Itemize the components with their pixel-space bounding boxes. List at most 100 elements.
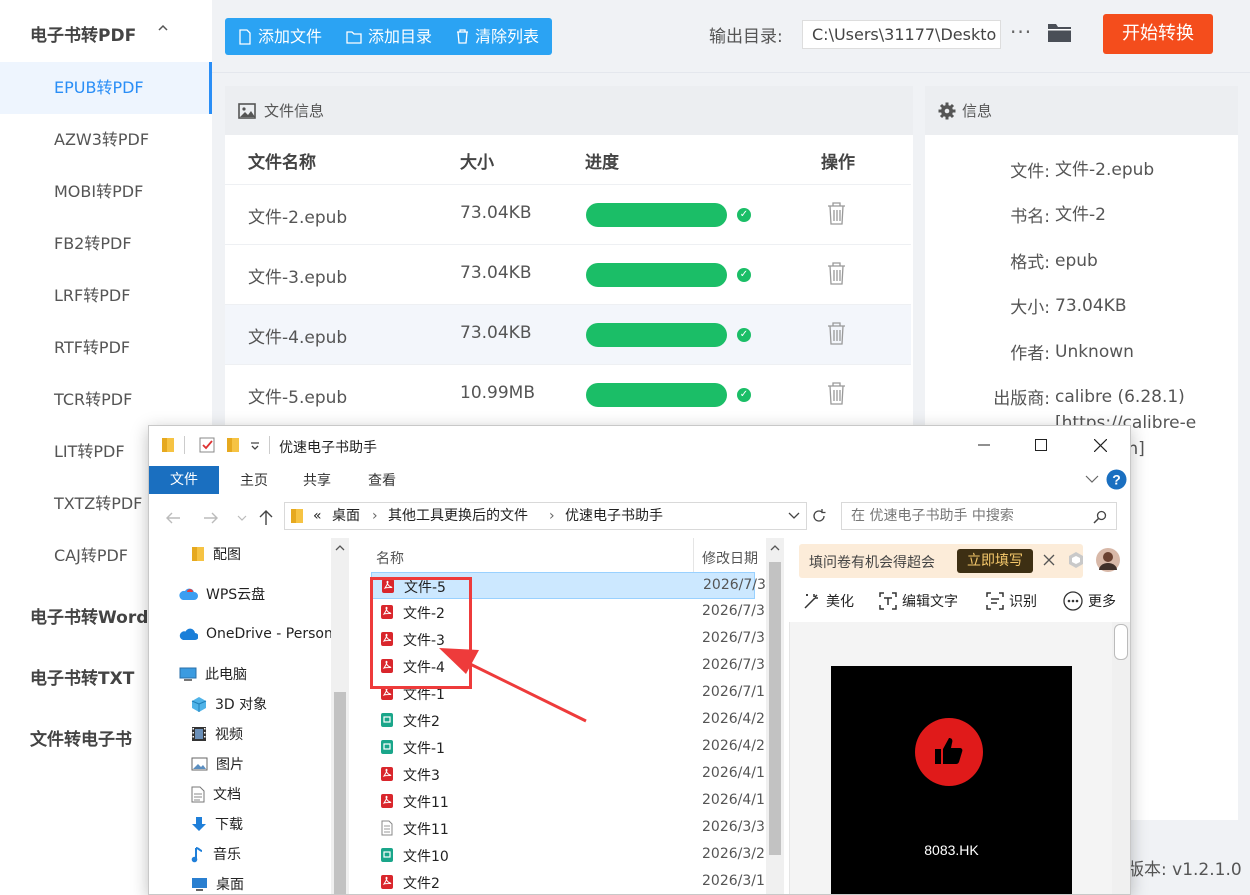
address-bar[interactable]: « 桌面 › 其他工具更换后的文件 › 优速电子书助手: [284, 502, 807, 530]
nav-scrollbar[interactable]: [331, 538, 349, 894]
preview-scrollbar[interactable]: [1112, 622, 1130, 894]
sidebar-group-ebook-to-pdf[interactable]: 电子书转PDF: [30, 21, 136, 46]
close-button[interactable]: [1077, 426, 1123, 464]
breadcrumb-overflow[interactable]: «: [313, 503, 322, 529]
sidebar-group-file-to-ebook[interactable]: 文件转电子书: [30, 725, 132, 750]
col-header-date[interactable]: 修改日期: [702, 548, 758, 568]
table-row[interactable]: 文件-5.epub 10.99MB ✓: [225, 364, 911, 424]
back-arrow-icon[interactable]: [165, 511, 181, 525]
trash-icon[interactable]: [827, 382, 846, 405]
scroll-up-icon[interactable]: [770, 544, 780, 551]
list-item[interactable]: 文件11 2026/4/1: [371, 788, 765, 815]
breadcrumb-other-tools[interactable]: 其他工具更换后的文件: [388, 503, 528, 529]
output-dir-input[interactable]: C:\Users\31177\Deskto: [802, 20, 1001, 49]
tab-home[interactable]: 主页: [229, 468, 279, 494]
ad-banner[interactable]: 填问卷有机会得超会 立即填写: [799, 544, 1083, 578]
preview-scroll-thumb[interactable]: [1114, 624, 1128, 660]
wps-cloud-icon: [179, 588, 198, 600]
list-item[interactable]: 文件3 2026/4/1: [371, 761, 765, 788]
tab-share[interactable]: 共享: [292, 468, 342, 494]
avatar[interactable]: [1096, 548, 1120, 572]
list-item[interactable]: 文件-1 2026/4/2: [371, 734, 765, 761]
list-item[interactable]: 文件10 2026/3/2: [371, 842, 765, 869]
table-row[interactable]: 文件-2.epub 73.04KB ✓: [225, 184, 911, 244]
search-input[interactable]: 在 优速电子书助手 中搜索: [841, 502, 1117, 530]
trash-icon[interactable]: [827, 262, 846, 285]
nav-item-3d-objects[interactable]: 3D 对象: [191, 690, 267, 718]
file-date: 2026/3/2: [702, 846, 765, 862]
maximize-button[interactable]: [1018, 426, 1064, 464]
up-arrow-icon[interactable]: [259, 509, 273, 526]
list-item[interactable]: 文件11 2026/3/3: [371, 815, 765, 842]
sidebar-item-fb2-to-pdf[interactable]: FB2转PDF: [0, 218, 212, 270]
file-list-scrollbar[interactable]: [766, 538, 784, 894]
expand-ribbon-icon[interactable]: [1085, 474, 1099, 484]
ocr-tool[interactable]: 识别: [986, 591, 1037, 611]
table-row[interactable]: 文件-3.epub 73.04KB ✓: [225, 244, 911, 304]
trash-icon[interactable]: [827, 322, 846, 345]
sidebar-item-tcr-to-pdf[interactable]: TCR转PDF: [0, 374, 212, 426]
sidebar-item-azw3-to-pdf[interactable]: AZW3转PDF: [0, 114, 212, 166]
breadcrumb-current-folder[interactable]: 优速电子书助手: [565, 503, 663, 529]
nav-item-desktop[interactable]: 桌面: [191, 870, 244, 894]
clear-list-button[interactable]: 清除列表: [456, 18, 539, 55]
add-file-button[interactable]: 添加文件: [238, 18, 322, 55]
new-folder-icon[interactable]: [226, 437, 240, 453]
file-name: 文件11: [403, 822, 449, 838]
file-scroll-thumb[interactable]: [769, 562, 781, 855]
nav-label: WPS云盘: [206, 587, 266, 603]
recent-locations-icon[interactable]: [237, 514, 247, 522]
hexagon-badge-icon[interactable]: [1067, 551, 1085, 569]
nav-item-downloads[interactable]: 下载: [191, 810, 243, 838]
nav-item-music[interactable]: 音乐: [191, 840, 241, 868]
nav-item-videos[interactable]: 视频: [191, 720, 243, 748]
green-doc-icon: [381, 740, 393, 754]
nav-item-onedrive[interactable]: OneDrive - Personal: [179, 620, 345, 648]
fill-survey-button[interactable]: 立即填写: [957, 549, 1033, 573]
chevron-up-icon[interactable]: [157, 22, 169, 34]
more-tool[interactable]: 更多: [1063, 591, 1116, 611]
minimize-icon: [978, 444, 990, 446]
nav-item-images-folder[interactable]: 配图: [191, 540, 241, 568]
file-name: 文件2: [403, 876, 440, 892]
help-icon[interactable]: ?: [1106, 469, 1127, 490]
refresh-icon[interactable]: [811, 508, 827, 524]
address-dropdown-icon[interactable]: [788, 512, 800, 520]
check-icon: ✓: [737, 268, 751, 282]
sidebar-item-epub-to-pdf[interactable]: EPUB转PDF: [0, 62, 212, 114]
trash-icon[interactable]: [827, 202, 846, 225]
edit-text-tool[interactable]: 编辑文字: [879, 591, 958, 611]
nav-scroll-thumb[interactable]: [334, 692, 346, 894]
table-row[interactable]: 文件-4.epub 73.04KB ✓: [225, 304, 911, 364]
nav-item-this-pc[interactable]: 此电脑: [179, 660, 247, 688]
nav-item-documents[interactable]: 文档: [191, 780, 241, 808]
sidebar-group-ebook-to-txt[interactable]: 电子书转TXT: [30, 664, 134, 689]
tab-file[interactable]: 文件: [149, 466, 219, 494]
scroll-up-icon[interactable]: [335, 544, 345, 551]
nav-item-pictures[interactable]: 图片: [191, 750, 244, 778]
minimize-button[interactable]: [961, 426, 1007, 464]
list-item[interactable]: 文件2 2026/3/1: [371, 869, 765, 894]
green-doc-icon: [381, 848, 393, 862]
col-header-name[interactable]: 名称: [376, 548, 404, 568]
nav-item-wps-cloud[interactable]: WPS云盘: [179, 580, 265, 608]
beautify-tool[interactable]: 美化: [803, 591, 854, 611]
forward-arrow-icon[interactable]: [203, 511, 219, 525]
open-folder-icon[interactable]: [1047, 22, 1072, 43]
file-date: 2026/7/3: [702, 657, 765, 673]
more-options-button[interactable]: ···: [1010, 20, 1032, 44]
3d-cube-icon: [191, 697, 207, 712]
breadcrumb-desktop[interactable]: 桌面: [332, 503, 360, 529]
close-ad-icon[interactable]: [1043, 554, 1055, 566]
tab-view[interactable]: 查看: [357, 468, 407, 494]
quick-access-dropdown-icon[interactable]: [250, 441, 260, 451]
search-icon[interactable]: [1093, 510, 1107, 524]
sidebar-item-lrf-to-pdf[interactable]: LRF转PDF: [0, 270, 212, 322]
sidebar-item-mobi-to-pdf[interactable]: MOBI转PDF: [0, 166, 212, 218]
add-folder-button[interactable]: 添加目录: [346, 18, 432, 55]
check-icon: ✓: [737, 328, 751, 342]
sidebar-item-rtf-to-pdf[interactable]: RTF转PDF: [0, 322, 212, 374]
properties-icon[interactable]: [199, 437, 215, 453]
sidebar-group-ebook-to-word[interactable]: 电子书转Word: [30, 603, 148, 628]
start-convert-button[interactable]: 开始转换: [1103, 14, 1213, 54]
